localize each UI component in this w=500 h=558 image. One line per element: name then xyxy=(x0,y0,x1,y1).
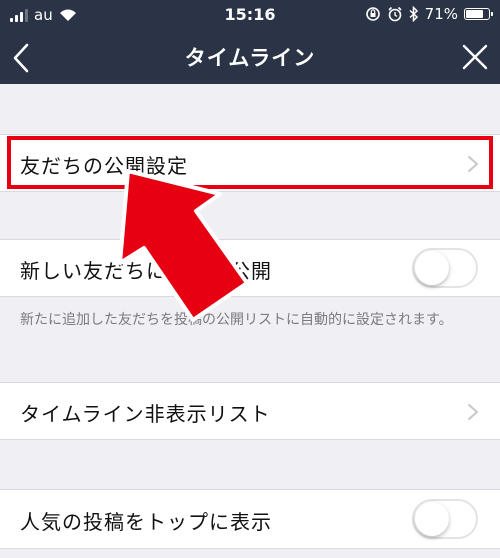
highlight-frame xyxy=(7,136,493,189)
timeline-hidden-list-row[interactable]: タイムライン非表示リスト xyxy=(0,382,500,440)
popular-posts-top-label: 人気の投稿をトップに表示 xyxy=(20,510,272,534)
battery-percent: 71% xyxy=(424,5,458,23)
battery-icon xyxy=(464,8,493,20)
new-friends-public-row: 新しい友だちに自動で公開 xyxy=(0,239,500,297)
popular-posts-top-toggle[interactable] xyxy=(412,499,478,539)
page-title: タイムライン xyxy=(184,46,316,70)
new-friends-public-toggle[interactable] xyxy=(412,248,478,288)
top-bar: au 15:16 71% タイムライン xyxy=(0,0,500,84)
rotation-lock-icon xyxy=(365,7,380,21)
bluetooth-icon xyxy=(409,6,418,22)
close-icon[interactable] xyxy=(462,44,488,70)
navigation-bar: タイムライン xyxy=(0,30,500,84)
alarm-icon xyxy=(388,6,402,22)
popular-posts-top-row: 人気の投稿をトップに表示 xyxy=(0,489,500,549)
new-friends-public-label: 新しい友だちに自動で公開 xyxy=(20,259,272,283)
timeline-hidden-list-label: タイムライン非表示リスト xyxy=(20,402,271,426)
new-friends-public-footnote: 新たに追加した友だちを投稿の公開リストに自動的に設定されます。 xyxy=(20,312,453,328)
status-bar: au 15:16 71% xyxy=(0,0,500,30)
chevron-right-icon xyxy=(468,404,478,420)
